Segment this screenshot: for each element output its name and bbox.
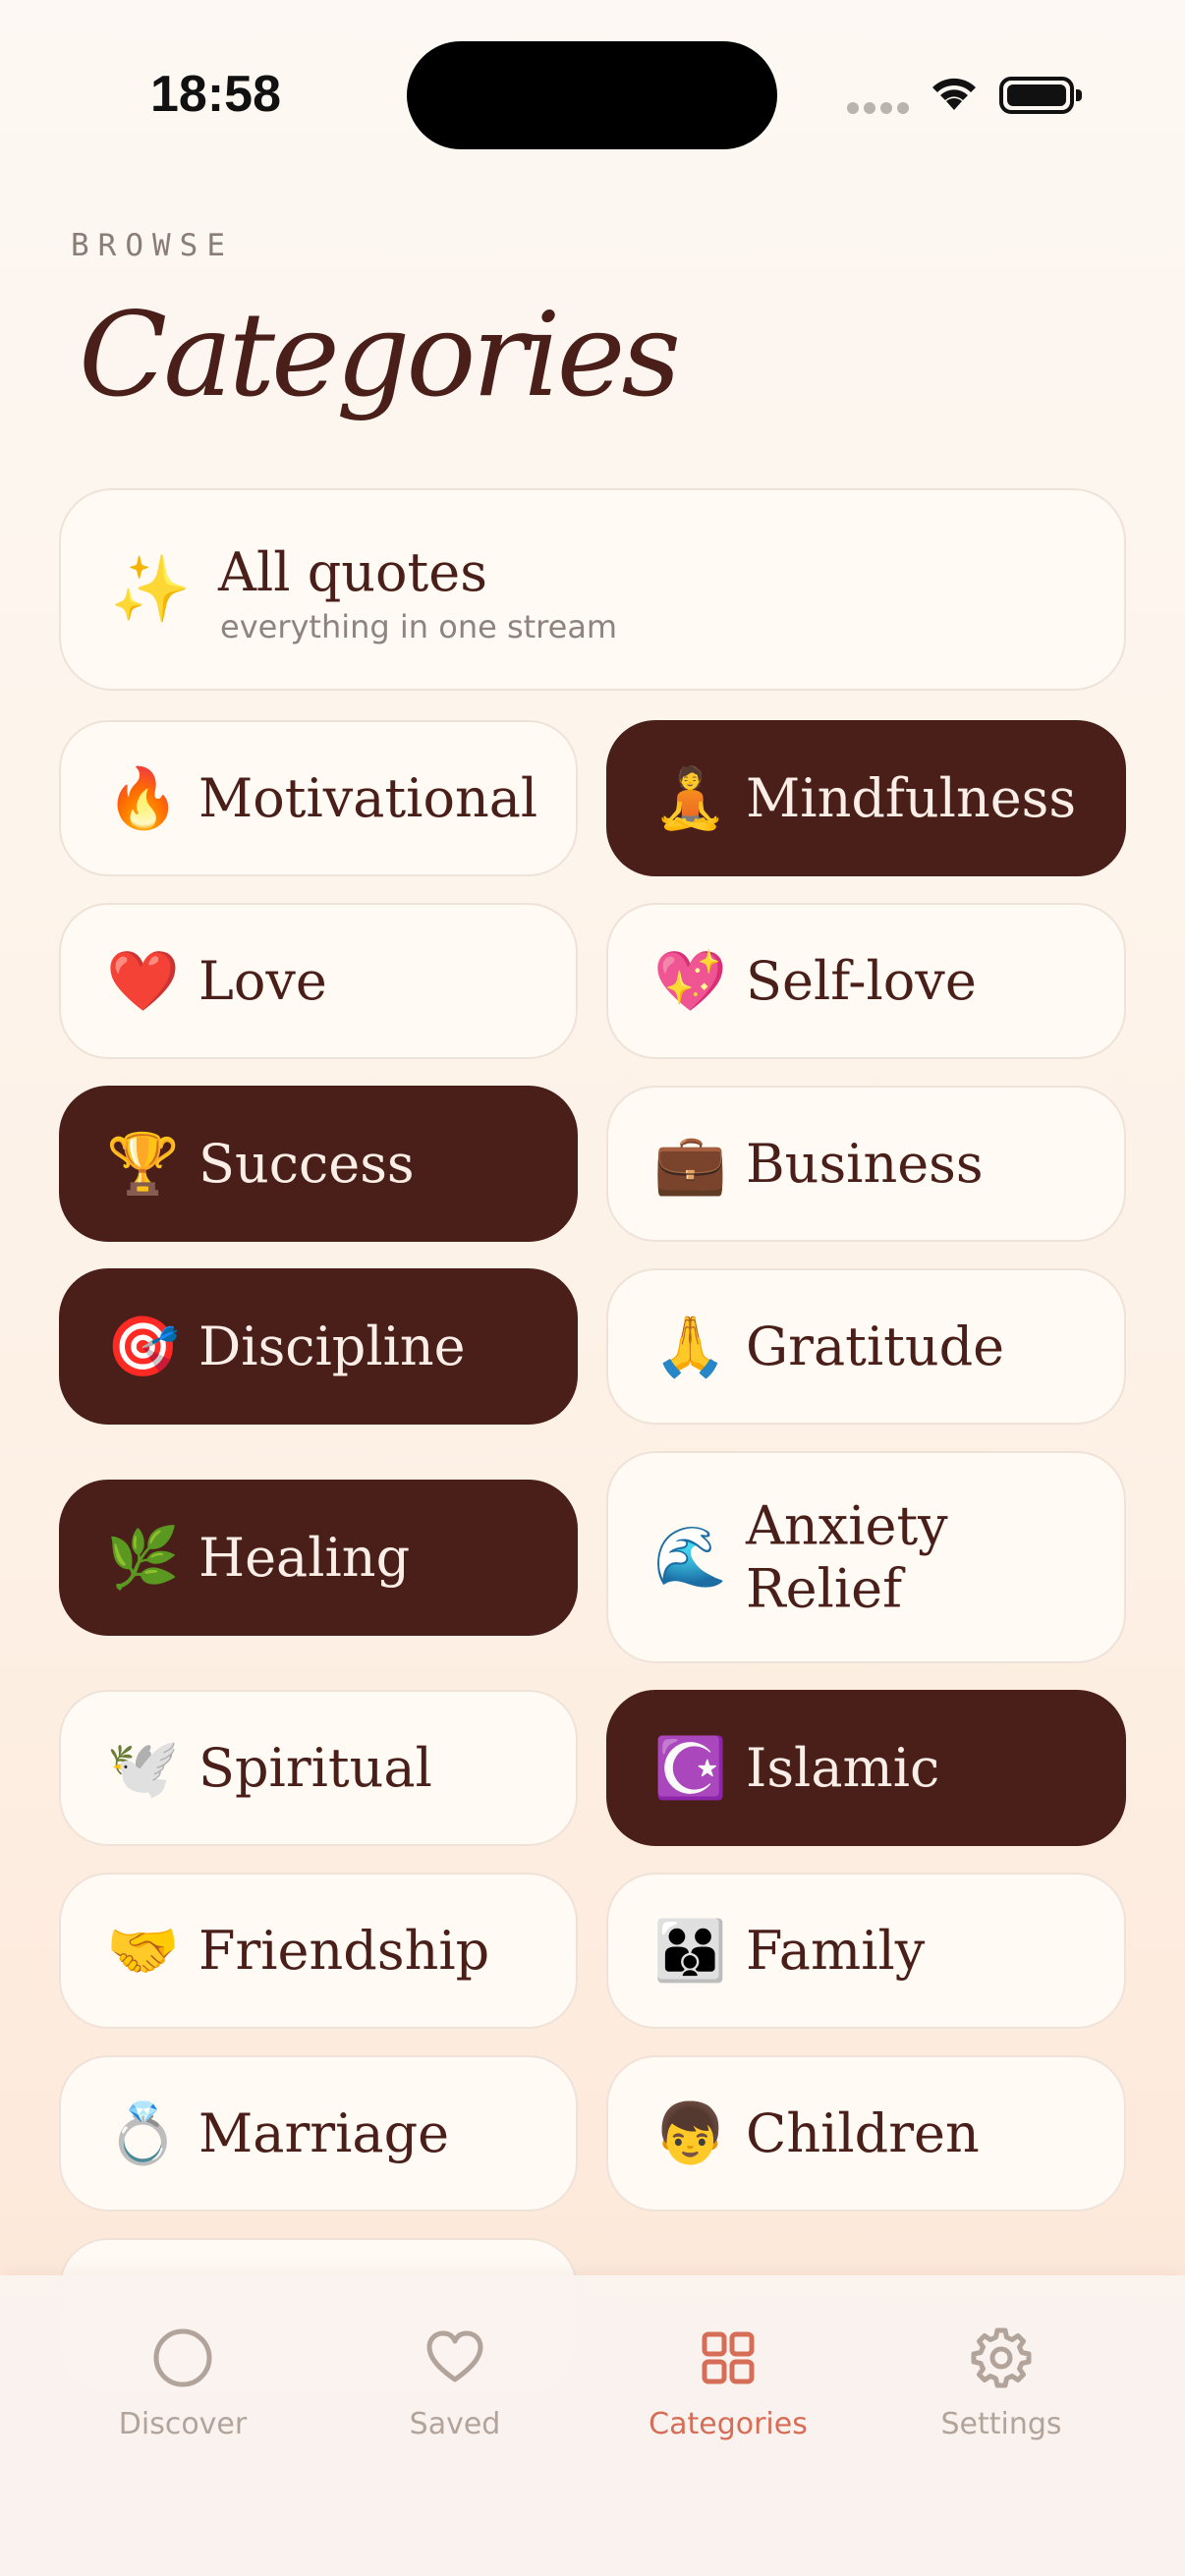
meditation-icon: 🧘: [653, 763, 727, 833]
category-card-all-quotes[interactable]: ✨ All quotes everything in one stream: [59, 488, 1126, 691]
category-label: Gratitude: [746, 1315, 1005, 1377]
tab-discover[interactable]: Discover: [45, 2326, 320, 2464]
dove-icon: 🕊️: [106, 1733, 180, 1803]
child-icon: 👦: [653, 2099, 727, 2168]
category-label: Self-love: [746, 949, 977, 1012]
heart-icon: [426, 2330, 483, 2382]
category-label-line: Anxiety: [746, 1494, 948, 1557]
tab-saved[interactable]: Saved: [317, 2326, 592, 2464]
category-label: Marriage: [198, 2101, 450, 2164]
target-icon: 🎯: [106, 1312, 180, 1381]
tab-categories[interactable]: Categories: [591, 2326, 866, 2464]
category-card-love[interactable]: ❤️ Love: [59, 903, 578, 1059]
category-label: All quotes: [218, 541, 487, 603]
gear-icon: [971, 2327, 1032, 2388]
ring-icon: 💍: [106, 2099, 180, 2168]
category-label: Friendship: [198, 1919, 490, 1982]
category-card-business[interactable]: 💼 Business: [606, 1086, 1126, 1242]
tab-label: Discover: [118, 2407, 248, 2441]
battery-icon: [999, 77, 1082, 114]
category-label: Love: [198, 949, 327, 1012]
page-title: Categories: [79, 287, 681, 422]
handshake-icon: 🤝: [106, 1916, 180, 1986]
category-label: Children: [746, 2101, 980, 2164]
wifi-icon: [932, 78, 976, 110]
praying-hands-icon: 🙏: [653, 1312, 727, 1381]
category-card-healing[interactable]: 🌿 Healing: [59, 1480, 578, 1636]
category-label: Islamic: [746, 1736, 940, 1799]
category-card-success[interactable]: 🏆 Success: [59, 1086, 578, 1242]
fire-icon: 🔥: [106, 763, 180, 833]
category-card-friendship[interactable]: 🤝 Friendship: [59, 1873, 578, 2029]
heart-icon: ❤️: [106, 946, 180, 1016]
category-label: Healing: [198, 1526, 411, 1589]
briefcase-icon: 💼: [653, 1129, 727, 1199]
category-label: Anxiety Relief: [746, 1494, 948, 1619]
herb-icon: 🌿: [106, 1523, 180, 1593]
sparkles-icon: ✨: [110, 551, 192, 627]
category-card-self-love[interactable]: 💖 Self-love: [606, 903, 1126, 1059]
tab-settings[interactable]: Settings: [864, 2326, 1139, 2464]
category-label-line: Relief: [746, 1557, 903, 1619]
category-subtitle: everything in one stream: [220, 608, 618, 645]
category-label: Mindfulness: [746, 766, 1077, 829]
category-card-mindfulness[interactable]: 🧘 Mindfulness: [606, 720, 1126, 876]
category-label: Business: [746, 1132, 984, 1195]
family-icon: 👪: [653, 1916, 727, 1986]
category-card-marriage[interactable]: 💍 Marriage: [59, 2055, 578, 2212]
category-card-islamic[interactable]: ☪️ Islamic: [606, 1690, 1126, 1846]
category-label: Discipline: [198, 1315, 466, 1377]
category-card-spiritual[interactable]: 🕊️ Spiritual: [59, 1690, 578, 1846]
circle-icon: [153, 2328, 212, 2387]
dynamic-island: [407, 41, 777, 149]
category-card-children[interactable]: 👦 Children: [606, 2055, 1126, 2212]
category-card-discipline[interactable]: 🎯 Discipline: [59, 1268, 578, 1425]
category-card-family[interactable]: 👪 Family: [606, 1873, 1126, 2029]
sparkling-heart-icon: 💖: [653, 946, 727, 1016]
tab-label: Settings: [940, 2407, 1062, 2441]
tab-label: Categories: [649, 2407, 808, 2441]
category-card-gratitude[interactable]: 🙏 Gratitude: [606, 1268, 1126, 1425]
category-card-anxiety-relief[interactable]: 🌊 Anxiety Relief: [606, 1451, 1126, 1663]
status-time: 18:58: [150, 66, 281, 123]
tab-bar: Discover Saved Categories Settings: [0, 2275, 1185, 2576]
tab-label: Saved: [409, 2407, 501, 2441]
grid-icon: [702, 2331, 755, 2384]
page-eyebrow: BROWSE: [71, 228, 234, 263]
category-label: Family: [746, 1919, 926, 1982]
category-label: Motivational: [198, 766, 538, 829]
star-and-crescent-icon: ☪️: [653, 1733, 727, 1803]
cellular-signal-icon: [847, 102, 909, 116]
category-label: Success: [198, 1132, 415, 1195]
category-label: Spiritual: [198, 1736, 432, 1799]
category-card-motivational[interactable]: 🔥 Motivational: [59, 720, 578, 876]
trophy-icon: 🏆: [106, 1129, 180, 1199]
status-bar: 18:58: [0, 0, 1185, 196]
wave-icon: 🌊: [653, 1523, 727, 1592]
